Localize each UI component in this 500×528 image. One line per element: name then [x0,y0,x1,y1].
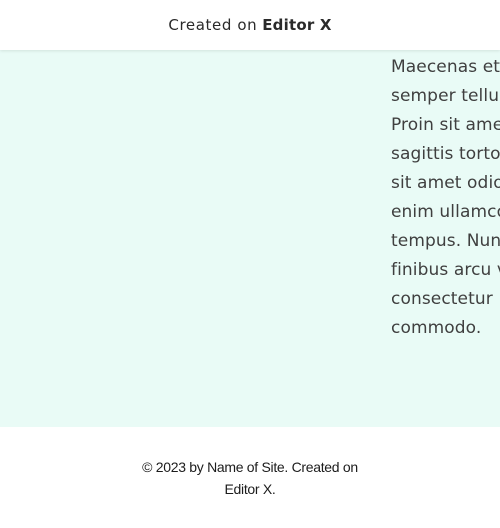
editor-x-banner[interactable]: Created on Editor X [0,0,500,50]
footer-copyright: © 2023 by Name of Site. Created on Edito… [0,456,500,500]
footer-copyright-line-2: Editor X. [224,481,276,497]
editor-x-logo: Editor X [262,16,332,34]
banner-created-on-text: Created on [168,16,258,34]
body-paragraph: Maecenas et semper tellus Proin sit amet… [391,57,500,338]
site-footer: © 2023 by Name of Site. Created on Edito… [0,427,500,528]
content-section: Maecenas et semper tellus Proin sit amet… [0,50,500,427]
footer-copyright-line-1: © 2023 by Name of Site. Created on [142,459,358,475]
